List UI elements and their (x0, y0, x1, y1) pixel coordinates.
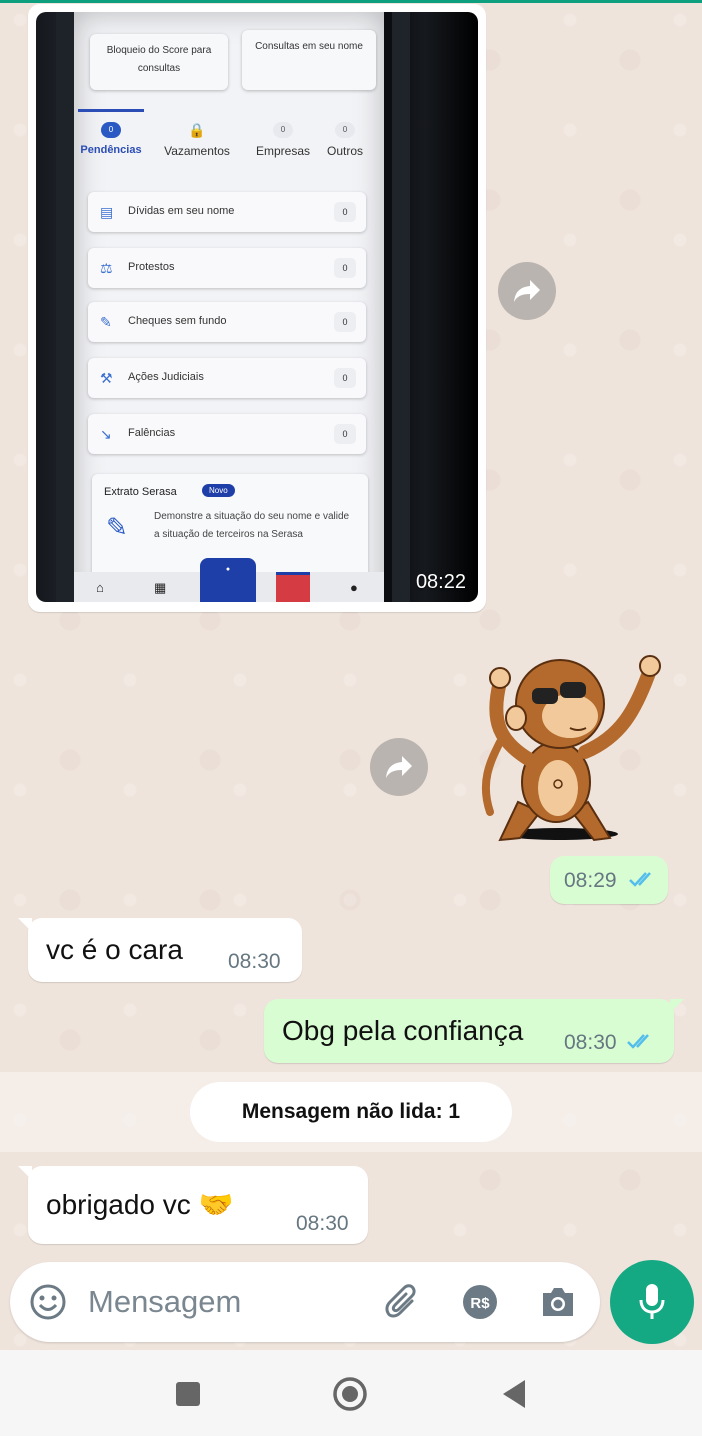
monkey-sticker[interactable] (460, 642, 670, 852)
gavel-icon: ⚒ (100, 370, 113, 386)
screen-card-score: Bloqueio do Score para consultas (90, 34, 228, 90)
bubble-tail (18, 1166, 32, 1180)
message-text: Obg pela confiança (282, 1015, 524, 1046)
svg-text:R$: R$ (470, 1295, 490, 1312)
message-time: 08:30 (296, 1212, 349, 1235)
payment-button[interactable]: R$ (460, 1282, 500, 1322)
photo[interactable]: Bloqueio do Score para consultas Consult… (36, 12, 478, 602)
screen-row-dividas: ▤ Dívidas em seu nome 0 (88, 192, 366, 232)
screen-row-protestos: ⚖ Protestos 0 (88, 248, 366, 288)
back-button[interactable] (494, 1374, 534, 1414)
message-time: 08:30 (564, 1031, 617, 1054)
unread-divider: Mensagem não lida: 1 (190, 1082, 512, 1142)
screen-row-cheques: ✎ Cheques sem fundo 0 (88, 302, 366, 342)
image-message[interactable]: Bloqueio do Score para consultas Consult… (28, 4, 486, 612)
document-icon: ▤ (100, 204, 114, 220)
phone-frame-right (392, 12, 410, 602)
screen-tab-vazamentos: 🔒 Vazamentos (164, 122, 230, 158)
read-ticks-icon (627, 1034, 649, 1049)
screen-card-consultas: Consultas em seu nome (242, 30, 376, 90)
header-divider (0, 0, 702, 3)
microphone-icon (639, 1284, 665, 1319)
screen-nav-center: ● (200, 558, 256, 602)
bubble-tail (670, 999, 684, 1013)
forward-icon (514, 280, 540, 302)
message-composer[interactable]: Mensagem R$ (10, 1262, 600, 1342)
emoji-icon (30, 1284, 66, 1320)
paperclip-icon (385, 1284, 416, 1318)
screen-nav-red (276, 572, 310, 602)
lock-icon: 🔒 (188, 122, 206, 138)
person-icon: ● (350, 580, 358, 595)
outgoing-message[interactable]: Obg pela confiança 08:30 (264, 999, 684, 1063)
screen-row-falencias: ↘ Falências 0 (88, 414, 366, 454)
screen-bottom-nav: ⌂ ▦ ● ● (74, 558, 384, 602)
pen-icon: ✎ (106, 512, 128, 542)
message-text: vc é o cara (46, 934, 183, 965)
camera-icon (543, 1288, 573, 1316)
chat-area[interactable]: Bloqueio do Score para consultas Consult… (0, 0, 702, 1350)
system-nav-bar (0, 1350, 702, 1436)
message-time: 08:30 (228, 950, 281, 973)
screen-row-acoes: ⚒ Ações Judiciais 0 (88, 358, 366, 398)
forward-button-sticker[interactable] (370, 738, 428, 796)
forward-icon (386, 756, 412, 778)
screen-tab-indicator (78, 109, 144, 112)
home-icon: ⌂ (96, 580, 104, 595)
emoji-button[interactable] (28, 1282, 68, 1322)
screen-tab-outros: 0 Outros (310, 122, 380, 158)
attach-button[interactable] (382, 1282, 422, 1322)
stamp-icon: ⚖ (100, 260, 113, 276)
back-triangle-icon (503, 1380, 525, 1408)
message-text: obrigado vc 🤝 (46, 1189, 234, 1220)
mic-button[interactable] (610, 1260, 694, 1344)
bubble-tail (18, 918, 32, 932)
image-time: 08:22 (415, 571, 466, 593)
phone-frame-left (56, 12, 74, 602)
check-icon: ✎ (100, 314, 112, 330)
real-currency-icon: R$ (463, 1285, 497, 1319)
screen-tab-pendencias: 0 Pendências (66, 122, 156, 156)
camera-button[interactable] (538, 1282, 578, 1322)
read-ticks-icon (629, 872, 651, 887)
sticker-time: 08:29 (550, 856, 668, 904)
square-icon (176, 1382, 200, 1406)
forward-button[interactable] (498, 262, 556, 320)
incoming-message[interactable]: vc é o cara 08:30 (18, 918, 302, 982)
home-button[interactable] (330, 1374, 370, 1414)
incoming-message[interactable]: obrigado vc 🤝 08:30 (18, 1166, 368, 1244)
circle-icon (333, 1377, 367, 1411)
grid-icon: ▦ (154, 580, 167, 595)
recents-button[interactable] (168, 1374, 208, 1414)
message-input[interactable]: Mensagem (88, 1284, 241, 1320)
chart-down-icon: ↘ (100, 426, 112, 442)
